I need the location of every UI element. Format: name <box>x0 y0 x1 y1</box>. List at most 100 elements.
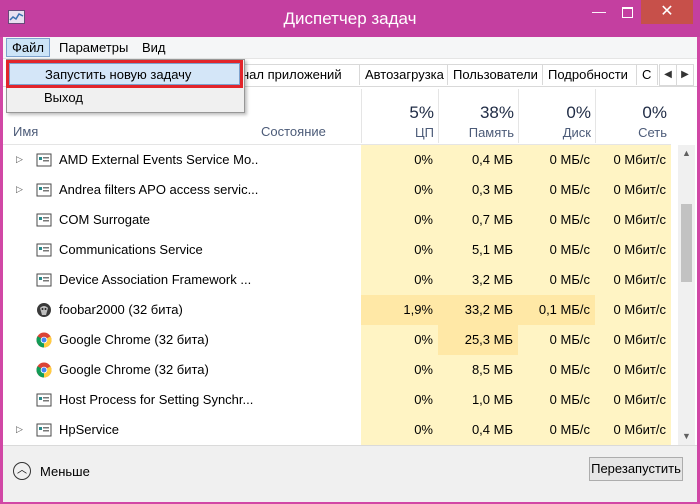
table-row[interactable]: Communications Service 0% 5,1 МБ 0 МБ/с … <box>3 235 671 265</box>
column-header-cpu[interactable]: 5% ЦП <box>361 89 439 143</box>
disk-cell: 0 МБ/с <box>518 205 595 235</box>
table-row[interactable]: ▷ AMD External Events Service Mo... 0% 0… <box>3 145 671 175</box>
expand-arrow-icon[interactable]: ▷ <box>16 184 23 195</box>
table-row[interactable]: COM Surrogate 0% 0,7 МБ 0 МБ/с 0 Мбит/с <box>3 205 671 235</box>
service-icon <box>36 182 52 198</box>
disk-total: 0% <box>566 103 591 122</box>
menu-view[interactable]: Вид <box>137 39 171 56</box>
column-header-network[interactable]: 0% Сеть <box>595 89 672 143</box>
title-bar[interactable]: Диспетчер задач — ✕ <box>0 0 700 37</box>
network-cell: 0 Мбит/с <box>595 325 671 355</box>
network-cell: 0 Мбит/с <box>595 145 671 175</box>
network-cell: 0 Мбит/с <box>595 205 671 235</box>
memory-cell: 0,3 МБ <box>438 175 518 205</box>
expand-arrow-icon[interactable]: ▷ <box>16 424 23 435</box>
memory-cell: 1,0 МБ <box>438 385 518 415</box>
tab-details[interactable]: Подробности <box>542 64 640 85</box>
table-row[interactable]: Host Process for Setting Synchr... 0% 1,… <box>3 385 671 415</box>
disk-label: Диск <box>562 125 591 140</box>
network-label: Сеть <box>638 125 667 140</box>
foobar-icon <box>36 302 52 318</box>
file-menu-dropdown: Запустить новую задачу Выход <box>6 59 245 113</box>
client-area: Файл Параметры Вид нал приложений Автоза… <box>3 37 697 502</box>
table-row[interactable]: Device Association Framework ... 0% 3,2 … <box>3 265 671 295</box>
column-header-disk[interactable]: 0% Диск <box>518 89 596 143</box>
network-cell: 0 Мбит/с <box>595 265 671 295</box>
cpu-cell: 0% <box>361 205 438 235</box>
tab-users[interactable]: Пользователи <box>447 64 543 85</box>
table-row[interactable]: Google Chrome (32 бита) 0% 8,5 МБ 0 МБ/с… <box>3 355 671 385</box>
memory-total: 38% <box>479 103 514 122</box>
service-icon <box>36 392 52 408</box>
network-cell: 0 Мбит/с <box>595 295 671 325</box>
cpu-cell: 0% <box>361 175 438 205</box>
cpu-cell: 1,9% <box>361 295 438 325</box>
memory-label: Память <box>468 125 514 140</box>
tab-scroll-left-button[interactable]: ◀ <box>659 64 677 86</box>
network-total: 0% <box>642 103 667 122</box>
process-table: ▷ AMD External Events Service Mo... 0% 0… <box>3 145 671 445</box>
fewer-details-label: Меньше <box>40 464 90 479</box>
service-icon <box>36 212 52 228</box>
menu-item-run-new-task[interactable]: Запустить новую задачу <box>9 63 240 85</box>
process-name: Google Chrome (32 бита) <box>59 362 209 377</box>
cpu-label: ЦП <box>415 125 434 140</box>
process-name: Google Chrome (32 бита) <box>59 332 209 347</box>
task-manager-window: Диспетчер задач — ✕ Файл Параметры Вид н… <box>0 0 700 504</box>
cpu-cell: 0% <box>361 385 438 415</box>
process-name: Communications Service <box>59 242 203 257</box>
service-icon <box>36 152 52 168</box>
table-row[interactable]: ▷ Andrea filters APO access servic... 0%… <box>3 175 671 205</box>
disk-cell: 0 МБ/с <box>518 355 595 385</box>
table-row[interactable]: Google Chrome (32 бита) 0% 25,3 МБ 0 МБ/… <box>3 325 671 355</box>
tab-startup[interactable]: Автозагрузка <box>359 64 451 85</box>
scroll-thumb[interactable] <box>681 204 692 282</box>
expand-arrow-icon[interactable]: ▷ <box>16 154 23 165</box>
disk-cell: 0 МБ/с <box>518 385 595 415</box>
process-name: AMD External Events Service Mo... <box>59 152 259 167</box>
network-cell: 0 Мбит/с <box>595 235 671 265</box>
close-button[interactable]: ✕ <box>641 0 693 24</box>
scroll-up-icon[interactable]: ▲ <box>678 145 695 162</box>
disk-cell: 0,1 МБ/с <box>518 295 595 325</box>
tab-scroll-right-button[interactable]: ▶ <box>676 64 694 86</box>
cpu-cell: 0% <box>361 355 438 385</box>
memory-cell: 0,4 МБ <box>438 415 518 445</box>
chrome-icon <box>36 362 52 378</box>
scroll-down-icon[interactable]: ▼ <box>678 428 695 445</box>
menu-file[interactable]: Файл <box>6 38 50 57</box>
process-name: HpService <box>59 422 119 437</box>
service-icon <box>36 242 52 258</box>
disk-cell: 0 МБ/с <box>518 175 595 205</box>
disk-cell: 0 МБ/с <box>518 145 595 175</box>
service-icon <box>36 272 52 288</box>
table-row[interactable]: foobar2000 (32 бита) 1,9% 33,2 МБ 0,1 МБ… <box>3 295 671 325</box>
table-row[interactable]: ▷ HpService 0% 0,4 МБ 0 МБ/с 0 Мбит/с <box>3 415 671 445</box>
process-name: Andrea filters APO access servic... <box>59 182 259 197</box>
minimize-button[interactable]: — <box>585 0 613 24</box>
cpu-cell: 0% <box>361 415 438 445</box>
tab-services[interactable]: С <box>636 64 658 85</box>
restart-button[interactable]: Перезапустить <box>589 457 683 481</box>
chevron-up-icon: ︿ <box>13 462 31 480</box>
vertical-scrollbar[interactable]: ▲ ▼ <box>678 145 695 445</box>
menu-item-exit[interactable]: Выход <box>9 87 240 109</box>
disk-cell: 0 МБ/с <box>518 265 595 295</box>
menu-parameters[interactable]: Параметры <box>54 39 133 56</box>
process-name: Host Process for Setting Synchr... <box>59 392 254 407</box>
network-cell: 0 Мбит/с <box>595 355 671 385</box>
disk-cell: 0 МБ/с <box>518 415 595 445</box>
column-header-memory[interactable]: 38% Память <box>438 89 519 143</box>
process-name: foobar2000 (32 бита) <box>59 302 183 317</box>
menu-bar: Файл Параметры Вид <box>3 37 697 59</box>
memory-cell: 0,7 МБ <box>438 205 518 235</box>
memory-cell: 3,2 МБ <box>438 265 518 295</box>
tab-app-history[interactable]: нал приложений <box>238 64 363 85</box>
cpu-cell: 0% <box>361 265 438 295</box>
maximize-button[interactable] <box>613 0 641 24</box>
network-cell: 0 Мбит/с <box>595 385 671 415</box>
memory-cell: 0,4 МБ <box>438 145 518 175</box>
chrome-icon <box>36 332 52 348</box>
service-icon <box>36 422 52 438</box>
footer: ︿ Меньше Перезапустить <box>3 445 697 502</box>
